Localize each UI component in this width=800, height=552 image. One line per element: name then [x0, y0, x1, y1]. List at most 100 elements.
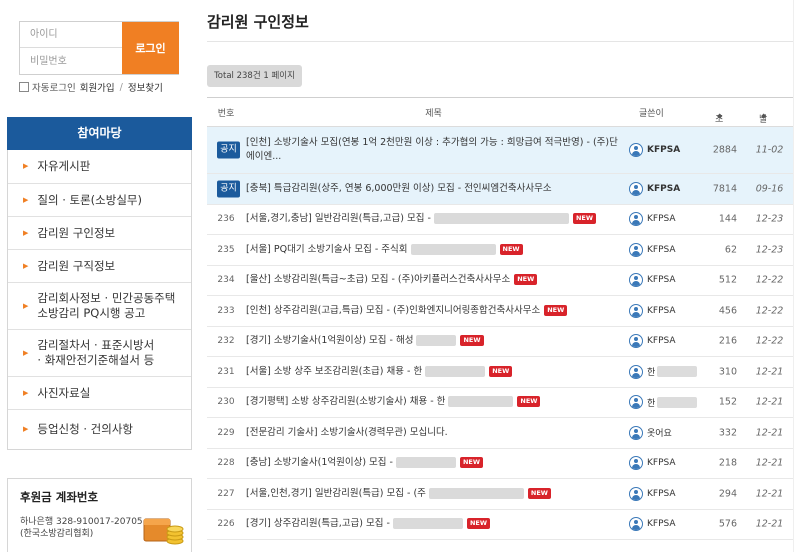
login-inputs	[20, 22, 122, 74]
post-subject-link[interactable]: [서울,경기,충남] 일반감리원(특급,고급) 모집 - NEW	[246, 212, 621, 226]
sidebar-item[interactable]: ▶ 질의 · 토론(소방실무)	[8, 183, 191, 216]
login-button[interactable]: 로그인	[122, 22, 179, 74]
post-views: 144	[718, 213, 737, 225]
post-views: 2884	[712, 144, 737, 156]
user-avatar-icon	[629, 181, 643, 196]
user-avatar-icon	[629, 143, 643, 157]
sidebar-item[interactable]: ▶ 감리원 구직정보	[8, 249, 191, 282]
post-views: 62	[724, 244, 737, 256]
post-subject-link[interactable]: [경기] 소방기술사(1억원이상) 모집 - 해성 NEW	[246, 334, 621, 348]
user-avatar-icon	[629, 273, 643, 288]
notice-row[interactable]: 공지 [충북] 특급감리원(상주, 연봉 6,000만원 이상) 모집 - 전인씨…	[207, 174, 793, 205]
author-name: KFPSA	[647, 305, 676, 316]
wallet-coins-icon	[143, 518, 184, 545]
bullet-arrow-icon: ▶	[23, 162, 29, 170]
post-views: 152	[718, 396, 737, 408]
new-badge: NEW	[572, 213, 597, 225]
post-subject-link[interactable]: [울산] 소방감리원(특급~초급) 모집 - (주)아키플러스건축사사무소 NEW	[246, 273, 621, 287]
new-badge: NEW	[544, 304, 568, 316]
redacted-author	[657, 396, 698, 408]
auto-login-label[interactable]: 자동로그인	[32, 80, 76, 94]
join-link[interactable]: 회원가입	[80, 80, 115, 94]
auto-login-checkbox[interactable]	[19, 82, 29, 92]
post-date: 12-21	[755, 488, 784, 500]
id-input[interactable]	[20, 22, 122, 48]
bullet-arrow-icon: ▶	[23, 388, 29, 397]
post-subject-link[interactable]: [경기] 상주감리원(특급,고급) 모집 - NEW	[246, 517, 621, 531]
redacted-text	[416, 335, 457, 347]
sidebar-item[interactable]: ▶ 등업신청 · 건의사항	[8, 409, 191, 449]
redacted-text	[433, 213, 569, 225]
job-board-table: 번호 제목 글쓴이 조회◆ 날짜◆ 공지 [인천] 소방기술사 모집(연봉 1억 …	[207, 97, 793, 540]
author-name: KFPSA	[647, 145, 681, 155]
sort-icon: ◆	[761, 112, 767, 120]
sidebar-item-label: 감리원 구직정보	[37, 258, 116, 273]
bullet-arrow-icon: ▶	[23, 301, 29, 310]
author-name: KFPSA	[647, 214, 676, 225]
password-input[interactable]	[20, 48, 122, 74]
post-number: 227	[217, 488, 235, 499]
post-subject-link[interactable]: [서울] PQ대기 소방기술사 모집 - 주식회 NEW	[246, 243, 621, 257]
redacted-text	[448, 396, 514, 408]
redacted-text	[425, 365, 486, 377]
user-avatar-icon	[629, 364, 643, 379]
notice-row[interactable]: 공지 [인천] 소방기술사 모집(연봉 1억 2천만원 이상 : 추가협의 가능 …	[207, 127, 793, 174]
sidebar-item-label: 등업신청 · 건의사항	[37, 422, 133, 436]
table-row[interactable]: 232 [경기] 소방기술사(1억원이상) 모집 - 해성 NEW KFPSA 216 1…	[207, 327, 793, 357]
post-subject-link[interactable]: [충남] 소방기술사(1억원이상) 모집 - NEW	[246, 456, 621, 470]
table-row[interactable]: 235 [서울] PQ대기 소방기술사 모집 - 주식회 NEW KFPSA 62 12-…	[207, 235, 793, 266]
new-badge: NEW	[499, 243, 523, 255]
post-views: 576	[718, 518, 737, 530]
post-date: 12-23	[755, 244, 784, 256]
new-badge: NEW	[460, 335, 484, 347]
table-row[interactable]: 227 [서울,인천,경기] 일반감리원(특급) 모집 - (주 NEW KFPSA 2…	[207, 479, 793, 510]
sidebar-item[interactable]: ▶ 감리회사정보 · 민간공동주택 소방감리 PQ시행 공고	[8, 282, 191, 329]
sidebar-item[interactable]: ▶ 감리원 구인정보	[8, 216, 191, 249]
author-name: KFPSA	[647, 275, 676, 286]
post-number: 233	[217, 305, 235, 316]
post-subject-link[interactable]: [경기평택] 소방 상주감리원(소방기술사) 채용 - 한 NEW	[246, 395, 621, 409]
table-row[interactable]: 234 [울산] 소방감리원(특급~초급) 모집 - (주)아키플러스건축사사무소…	[207, 266, 793, 296]
table-row[interactable]: 236 [서울,경기,충남] 일반감리원(특급,고급) 모집 - NEW KFPSA 1…	[207, 205, 793, 235]
sidebar-item[interactable]: ▶ 감리절차서 · 표준시방서 · 화재안전기준해설서 등	[8, 329, 191, 376]
bullet-arrow-icon: ▶	[23, 425, 29, 433]
sidebar-item[interactable]: ▶ 사진자료실	[8, 376, 191, 409]
table-row[interactable]: 228 [충남] 소방기술사(1억원이상) 모집 - NEW KFPSA 218 12-2…	[207, 449, 793, 479]
post-subject-link[interactable]: [충북] 특급감리원(상주, 연봉 6,000만원 이상) 모집 - 전인씨엠건…	[246, 182, 621, 196]
post-views: 218	[718, 457, 737, 469]
table-row[interactable]: 226 [경기] 상주감리원(특급,고급) 모집 - NEW KFPSA 576 12-2…	[207, 510, 793, 540]
sidebar-item[interactable]: ▶ 자유게시판	[8, 150, 191, 183]
col-subject: 제목	[425, 108, 442, 119]
post-subject-text: [충남] 소방기술사(1억원이상) 모집 -	[246, 457, 393, 469]
author-name: 한	[647, 398, 656, 409]
new-badge: NEW	[527, 487, 551, 499]
post-subject-link[interactable]: [서울] 소방 상주 보조감리원(초급) 채용 - 한 NEW	[246, 365, 621, 379]
post-subject-link[interactable]: [전문감리 기술사] 소방기술사(경력무관) 모십니다.	[246, 426, 621, 440]
post-subject-link[interactable]: [서울,인천,경기] 일반감리원(특급) 모집 - (주 NEW	[246, 487, 621, 501]
table-row[interactable]: 229 [전문감리 기술사] 소방기술사(경력무관) 모십니다. 옷어요 332 12-…	[207, 418, 793, 449]
title-divider	[207, 41, 793, 42]
notice-badge: 공지	[217, 180, 240, 198]
table-row[interactable]: 230 [경기평택] 소방 상주감리원(소방기술사) 채용 - 한 NEW 한 152 1…	[207, 388, 793, 418]
post-subject-link[interactable]: [인천] 상주감리원(고급,특급) 모집 - (주)인화엔지니어링종합건축사사무…	[246, 304, 621, 318]
bullet-arrow-icon: ▶	[23, 348, 29, 357]
post-views: 7814	[712, 183, 737, 195]
table-row[interactable]: 231 [서울] 소방 상주 보조감리원(초급) 채용 - 한 NEW 한 310 12-…	[207, 357, 793, 388]
table-row[interactable]: 233 [인천] 상주감리원(고급,특급) 모집 - (주)인화엔지니어링종합건축…	[207, 296, 793, 327]
post-date: 09-16	[755, 183, 784, 195]
bullet-arrow-icon: ▶	[23, 228, 29, 237]
post-subject-text: [경기] 소방기술사(1억원이상) 모집 - 해성	[246, 335, 414, 347]
user-avatar-icon	[629, 303, 643, 318]
post-author: KFPSA	[629, 143, 680, 157]
post-number: 235	[217, 244, 235, 255]
user-avatar-icon	[629, 334, 643, 349]
post-subject-link[interactable]: [인천] 소방기술사 모집(연봉 1억 2천만원 이상 : 추가협의 가능 : …	[246, 136, 621, 164]
sort-icon: ◆	[717, 112, 723, 120]
author-name: KFPSA	[647, 488, 676, 499]
post-number: 226	[217, 519, 235, 530]
scrollbar-edge[interactable]	[793, 0, 800, 552]
notice-badge: 공지	[217, 141, 240, 159]
find-info-link[interactable]: 정보찾기	[128, 80, 163, 94]
table-body: 공지 [인천] 소방기술사 모집(연봉 1억 2천만원 이상 : 추가협의 가능 …	[207, 127, 793, 540]
post-author: KFPSA	[629, 303, 676, 318]
